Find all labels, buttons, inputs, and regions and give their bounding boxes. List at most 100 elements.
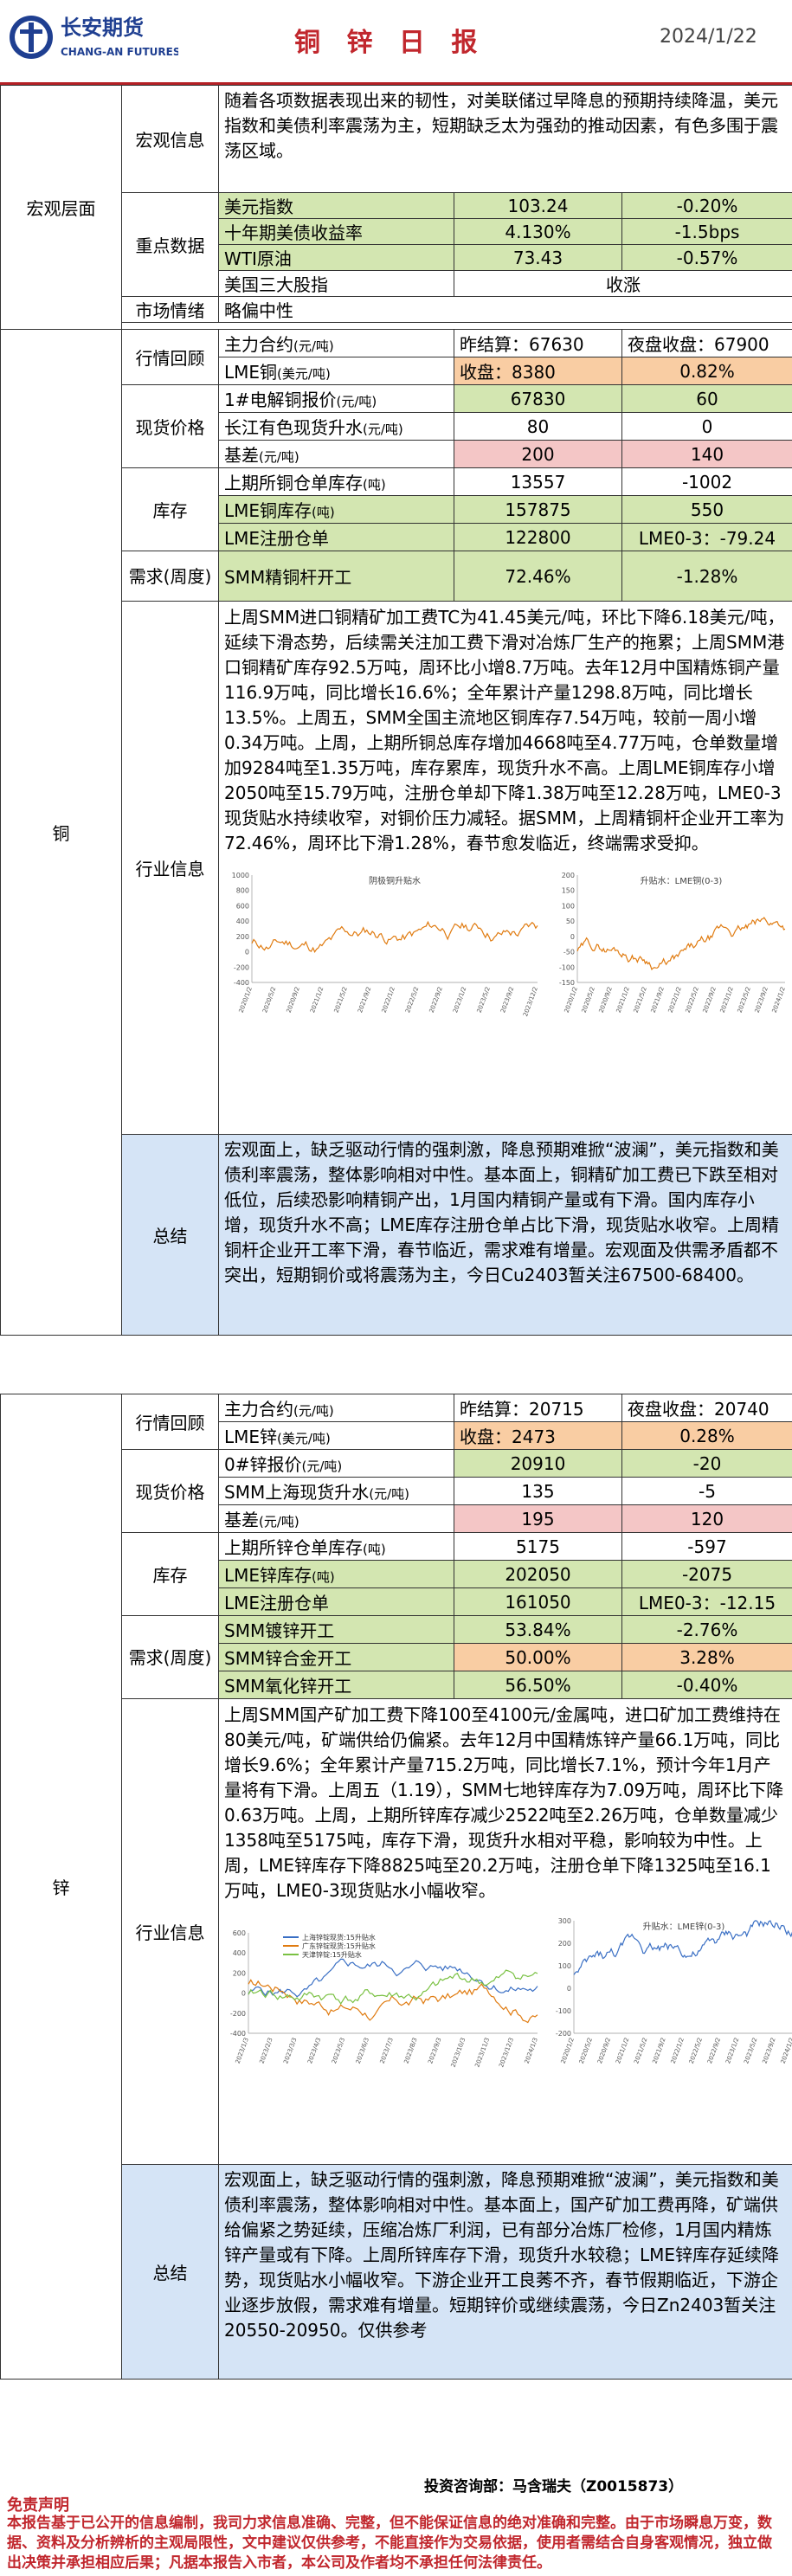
x-tick-label: 2023/9/2 [754, 986, 769, 1014]
series-line [248, 1958, 538, 1998]
spot-row-value: 80 [454, 412, 622, 441]
zinc-table: 锌 行情回顾 主力合约(元/吨) 昨结算：20715 夜盘收盘：20740 LM… [0, 1394, 792, 2380]
zinc-night-close: 夜盘收盘：20740 [621, 1394, 792, 1422]
zinc-section-label: 锌 [0, 1394, 122, 2380]
spot-row-change: -5 [621, 1477, 792, 1505]
y-tick-label: 150 [562, 887, 575, 895]
stock-row-name: 上期所铜仓单库存(吨) [218, 467, 454, 496]
zinc-prev-close: 昨结算：20715 [454, 1394, 622, 1422]
demand-row-value: 53.84% [454, 1615, 622, 1644]
x-tick-label: 2022/9/2 [428, 986, 444, 1014]
unit-label: (美元/吨) [277, 366, 331, 382]
y-tick-label: 200 [558, 1940, 571, 1948]
y-tick-label: 0 [241, 1990, 246, 1998]
zinc-summary-label: 总结 [121, 2164, 219, 2380]
x-tick-label: 2021/9/2 [650, 986, 666, 1014]
spot-row-name: 0#锌报价(元/吨) [218, 1449, 454, 1478]
unit-label: (元/吨) [293, 338, 334, 354]
report-title: 铜 锌 日 报 [294, 28, 486, 58]
demand-row-change: -0.40% [621, 1671, 792, 1699]
report-header: 长安期货 CHANG-AN FUTURES 铜 锌 日 报 2024/1/22 [0, 0, 792, 85]
y-tick-label: 300 [558, 1917, 571, 1925]
zinc-demand-label: 需求(周度) [121, 1615, 219, 1699]
copper-industry-label: 行业信息 [121, 601, 219, 1135]
stock-row-value: 122800 [454, 523, 622, 551]
demand-row-change: 3.28% [621, 1643, 792, 1671]
series-line [576, 917, 786, 971]
y-tick-label: -400 [234, 979, 249, 987]
unit-label: (美元/吨) [277, 1431, 331, 1446]
key-data-change: -0.57% [621, 244, 792, 271]
stock-row-name: LME铜库存(吨) [218, 495, 454, 524]
y-tick-label: 600 [233, 1929, 246, 1937]
copper-section-label: 铜 [0, 329, 122, 1336]
x-tick-label: 2020/1/2 [560, 2037, 576, 2064]
unit-label: (元/吨) [293, 1403, 334, 1419]
logo-cn-text: 长安期货 [61, 16, 144, 40]
key-data-name: 美元指数 [218, 192, 454, 219]
x-tick-label: 2023/12/2 [522, 986, 539, 1017]
zinc-stock-label: 库存 [121, 1532, 219, 1616]
x-tick-label: 2021/1/2 [309, 986, 325, 1014]
copper-industry-cell: 上周SMM进口铜精矿加工费TC为41.45美元/吨，环比下降6.18美元/吨，延… [218, 601, 792, 1135]
y-tick-label: -200 [234, 963, 249, 971]
zinc-industry-text: 上周SMM国产矿加工费下降100至4100元/金属吨，进口矿加工费维持在80美元… [224, 1704, 784, 1901]
x-tick-label: 2023/5/2 [737, 986, 752, 1014]
zinc-spot-label: 现货价格 [121, 1449, 219, 1533]
y-tick-label: 800 [236, 887, 249, 895]
spot-row-name: 基差(元/吨) [218, 1504, 454, 1533]
stock-row-value: 5175 [454, 1532, 622, 1561]
y-tick-label: 200 [233, 1969, 246, 1977]
stock-row-name: LME锌库存(吨) [218, 1560, 454, 1588]
x-tick-label: 2024/1/2 [780, 2037, 792, 2064]
legend-label: 上海锌锭现货:15升贴水 [302, 1933, 376, 1942]
spot-row-name: 长江有色现货升水(元/吨) [218, 412, 454, 441]
legend-label: 广东锌锭现货:15升贴水 [302, 1942, 376, 1950]
sentiment-label: 市场情绪 [121, 296, 219, 323]
x-tick-label: 2024/1/3 [524, 2037, 539, 2064]
x-tick-label: 2023/7/3 [379, 2037, 395, 2064]
copper-chart-area: 1000 800 600 400 200 0 -200 -400 2020/1/2 2020/5/… [220, 860, 792, 1029]
stock-row-name: LME注册仓单 [218, 523, 454, 551]
stock-row-change: LME0-3：-12.15 [621, 1587, 792, 1616]
company-logo: 长安期货 CHANG-AN FUTURES [10, 16, 178, 59]
spot-row-value: 200 [454, 440, 622, 468]
key-data-value: 收涨 [453, 270, 792, 297]
copper-stock-label: 库存 [121, 467, 219, 551]
key-data-name: WTI原油 [218, 244, 454, 271]
x-tick-label: 2021/9/2 [651, 2037, 666, 2064]
y-tick-label: -200 [230, 2010, 246, 2018]
x-tick-label: 2023/10/3 [450, 2037, 467, 2068]
spot-row-value: 195 [454, 1504, 622, 1533]
x-tick-label: 2023/8/3 [402, 2037, 418, 2064]
x-tick-label: 2024/1/2 [771, 986, 787, 1014]
lme-label: LME铜 [224, 362, 278, 383]
lme-label: LME锌 [224, 1426, 278, 1447]
chart-title: 升贴水：LME铜(0-3) [641, 875, 723, 886]
key-data-change: -1.5bps [621, 218, 792, 245]
key-data-name: 十年期美债收益率 [218, 218, 454, 245]
x-tick-label: 2023/9/2 [499, 986, 515, 1014]
macro-info-text: 随着各项数据表现出来的韧性，对美联储过早降息的预期持续降温，美元指数和美债利率震… [217, 85, 792, 193]
key-data-change: -0.20% [621, 192, 792, 219]
copper-demand-label: 需求(周度) [121, 551, 219, 602]
x-tick-label: 2023/5/3 [331, 2037, 346, 2064]
zinc-chart-area: 600 400 200 0 -200 -400 2023/1/3 2023/2/3 2023/3… [220, 1907, 792, 2080]
analyst-line: 投资咨询部：马含瑞夫（Z0015873） [424, 2478, 684, 2496]
copper-spot-premium-chart: 1000 800 600 400 200 0 -200 -4002020/1/2 2020/5/… [232, 872, 539, 1017]
copper-lme-change: 0.82% [621, 357, 792, 385]
spot-row-change: 120 [621, 1504, 792, 1533]
spot-row-value: 20910 [454, 1449, 622, 1478]
y-tick-label: -400 [230, 2030, 246, 2038]
x-tick-label: 2023/9/2 [761, 2037, 776, 2064]
copper-spot-label: 现货价格 [121, 384, 219, 468]
x-tick-label: 2020/9/2 [596, 2037, 612, 2064]
y-tick-label: -100 [556, 2007, 571, 2015]
y-tick-label: 50 [566, 918, 575, 925]
stock-row-change: -1002 [621, 467, 792, 496]
x-tick-label: 2020/9/2 [598, 986, 614, 1014]
x-tick-label: 2022/1/2 [670, 2037, 686, 2064]
copper-industry-text: 上周SMM进口铜精矿加工费TC为41.45美元/吨，环比下降6.18美元/吨，延… [224, 607, 785, 853]
spot-row-name: 1#电解铜报价(元/吨) [218, 384, 454, 413]
demand-row-name: SMM精铜杆开工 [218, 551, 454, 602]
